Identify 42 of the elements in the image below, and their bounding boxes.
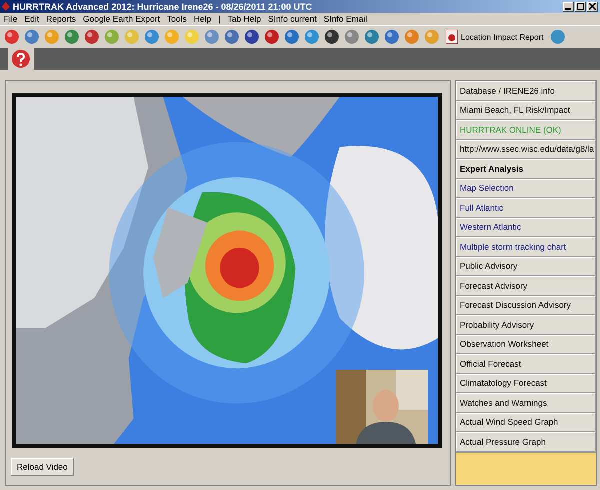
reload-video-button[interactable]: Reload Video bbox=[11, 458, 74, 476]
menu-item[interactable]: File bbox=[4, 14, 18, 24]
sidebar-item[interactable]: Multiple storm tracking chart bbox=[456, 237, 596, 256]
menu-item[interactable]: SInfo current bbox=[268, 14, 317, 24]
sidebar-item[interactable]: Database / IRENE26 info bbox=[456, 81, 596, 100]
sidebar-item[interactable]: Watches and Warnings bbox=[456, 393, 596, 412]
maximize-icon bbox=[577, 3, 584, 10]
sidebar-item[interactable]: Climatatology Forecast bbox=[456, 374, 596, 393]
toolbar-icon[interactable] bbox=[324, 29, 340, 45]
sidebar-item[interactable]: Forecast Advisory bbox=[456, 276, 596, 296]
menu-item[interactable]: Google Earth Export bbox=[83, 14, 160, 24]
sidebar-item[interactable]: Official Forecast bbox=[456, 354, 596, 374]
sidebar-item[interactable]: Forecast Discussion Advisory bbox=[456, 296, 596, 315]
close-icon bbox=[589, 3, 596, 10]
window-title: HURRTRAK Advanced 2012: Hurricane Irene26 - 08/26/2011 21:00 UTC bbox=[13, 2, 312, 12]
report-button[interactable]: Location Impact Report bbox=[444, 30, 546, 44]
sidebar-item[interactable]: Expert Analysis bbox=[456, 159, 596, 178]
sidebar-item[interactable]: Full Atlantic bbox=[456, 198, 596, 218]
toolbar-icon[interactable] bbox=[84, 29, 100, 45]
menu-item[interactable]: Tools bbox=[167, 14, 187, 24]
menu-item[interactable]: | bbox=[218, 14, 221, 24]
menu-item[interactable]: Help bbox=[194, 14, 212, 24]
menu-item[interactable]: Tab Help bbox=[228, 14, 262, 24]
document-icon bbox=[446, 30, 458, 44]
sidebar-item[interactable]: Public Advisory bbox=[456, 256, 596, 276]
sidebar-item[interactable]: Actual Wind Speed Graph bbox=[456, 412, 596, 432]
sidebar-item[interactable]: Western Atlantic bbox=[456, 218, 596, 237]
toolbar-icon[interactable] bbox=[244, 29, 260, 45]
maximize-button[interactable] bbox=[575, 2, 586, 12]
sidebar-item[interactable]: Miami Beach, FL Risk/Impact bbox=[456, 100, 596, 120]
toolbar-icon[interactable] bbox=[264, 29, 280, 45]
menu-item[interactable]: Reports bbox=[46, 14, 76, 24]
menu-item[interactable]: Edit bbox=[24, 14, 40, 24]
sidebar-item[interactable]: Probability Advisory bbox=[456, 315, 596, 334]
close-button[interactable] bbox=[587, 2, 598, 12]
minimize-button[interactable] bbox=[563, 2, 574, 12]
app-icon bbox=[2, 2, 10, 11]
sidebar-item[interactable]: Actual Pressure Graph bbox=[456, 432, 596, 452]
sidebar-item[interactable]: http://www.ssec.wisc.edu/data/g8/la bbox=[456, 140, 596, 159]
menu-item[interactable]: SInfo Email bbox=[324, 14, 368, 24]
sidebar-item[interactable]: Map Selection bbox=[456, 178, 596, 198]
sidebar-item[interactable]: Observation Worksheet bbox=[456, 334, 596, 354]
